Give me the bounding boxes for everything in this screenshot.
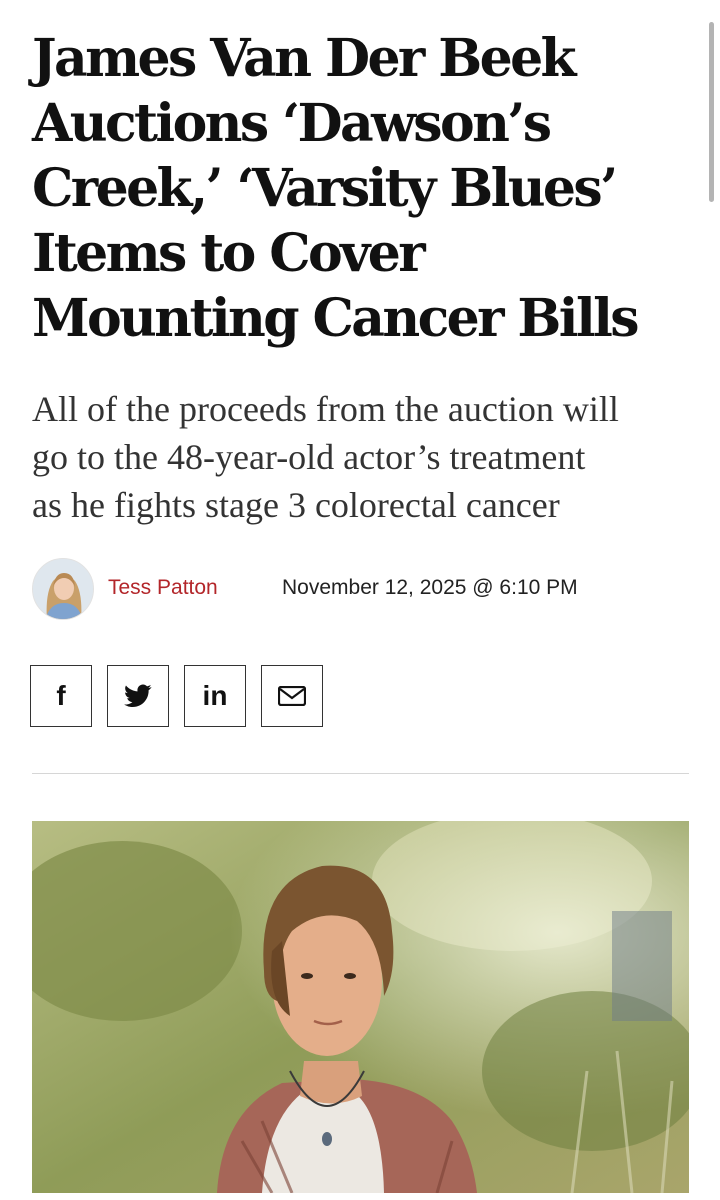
headline-line: Creek,’ ‘Varsity Blues’ bbox=[32, 158, 618, 219]
article-page: James Van Der Beek Auctions ‘Dawson’s Cr… bbox=[0, 0, 720, 1200]
deck-line: All of the proceeds from the auction wil… bbox=[32, 389, 619, 429]
headline-line: Items to Cover bbox=[32, 223, 426, 284]
linkedin-icon: in bbox=[202, 680, 228, 711]
section-divider bbox=[32, 773, 689, 774]
hero-photo-illustration bbox=[32, 821, 689, 1193]
share-linkedin-button[interactable]: in bbox=[184, 665, 246, 727]
article-hero-image[interactable] bbox=[32, 821, 689, 1193]
deck-line: as he fights stage 3 colorectal cancer bbox=[32, 485, 560, 525]
scrollbar-thumb[interactable] bbox=[709, 22, 714, 202]
article-headline: James Van Der Beek Auctions ‘Dawson’s Cr… bbox=[32, 26, 672, 351]
headline-line: James Van Der Beek bbox=[32, 28, 577, 89]
byline: Tess Patton November 12, 2025 @ 6:10 PM bbox=[32, 558, 672, 622]
share-twitter-button[interactable] bbox=[107, 665, 169, 727]
share-email-button[interactable] bbox=[261, 665, 323, 727]
email-icon bbox=[278, 686, 306, 706]
author-avatar[interactable] bbox=[32, 558, 94, 620]
deck-line: go to the 48-year-old actor’s treatment bbox=[32, 437, 586, 477]
twitter-icon bbox=[124, 684, 152, 707]
facebook-icon: f bbox=[56, 680, 66, 711]
headline-line: Mounting Cancer Bills bbox=[32, 288, 640, 349]
author-avatar-photo bbox=[33, 559, 93, 619]
share-facebook-button[interactable]: f bbox=[30, 665, 92, 727]
publish-date: November 12, 2025 @ 6:10 PM bbox=[282, 576, 578, 599]
article-deck: All of the proceeds from the auction wil… bbox=[32, 385, 682, 529]
author-link[interactable]: Tess Patton bbox=[108, 576, 218, 600]
headline-line: Auctions ‘Dawson’s bbox=[32, 93, 552, 154]
